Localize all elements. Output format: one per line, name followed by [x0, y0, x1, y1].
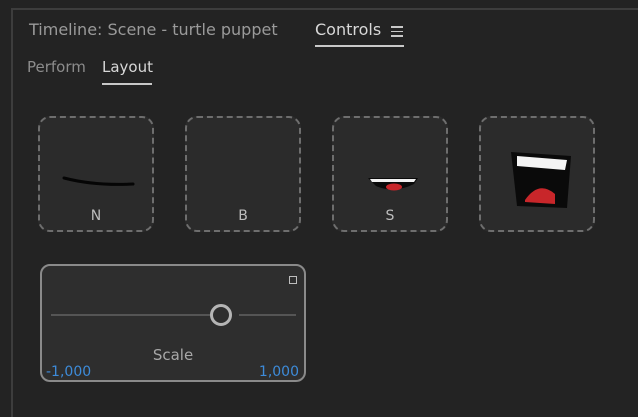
- trigger-label: S: [385, 208, 395, 224]
- slider-label: Scale: [152, 346, 194, 364]
- tab-layout[interactable]: Layout: [102, 58, 153, 76]
- trigger-open[interactable]: [479, 116, 595, 232]
- slider-knob[interactable]: [210, 304, 232, 326]
- slider-track-right[interactable]: [239, 314, 296, 316]
- slider-min-value[interactable]: -1,000: [46, 364, 91, 380]
- controls-tab[interactable]: Controls: [315, 20, 381, 39]
- controls-tab-underline: [315, 45, 404, 47]
- slider-max-value[interactable]: 1,000: [259, 364, 299, 380]
- tab-layout-underline: [102, 83, 152, 85]
- trigger-n[interactable]: N: [38, 116, 154, 232]
- trigger-label: N: [90, 208, 102, 224]
- mode-tabs: Perform Layout: [13, 56, 638, 86]
- open-mouth-icon: [511, 152, 571, 208]
- trigger-b[interactable]: B: [185, 116, 301, 232]
- trigger-s[interactable]: S: [332, 116, 448, 232]
- panel-header: Timeline: Scene - turtle puppet Controls: [13, 10, 638, 50]
- controls-panel: Timeline: Scene - turtle puppet Controls…: [11, 8, 638, 417]
- trigger-label: B: [238, 208, 248, 224]
- hamburger-icon[interactable]: [391, 26, 403, 37]
- timeline-tab[interactable]: Timeline: Scene - turtle puppet: [29, 20, 278, 39]
- tab-perform[interactable]: Perform: [27, 58, 86, 76]
- corner-handle-icon[interactable]: [289, 276, 297, 284]
- scale-slider[interactable]: Scale -1,000 1,000: [40, 264, 306, 382]
- slider-track-left[interactable]: [51, 314, 213, 316]
